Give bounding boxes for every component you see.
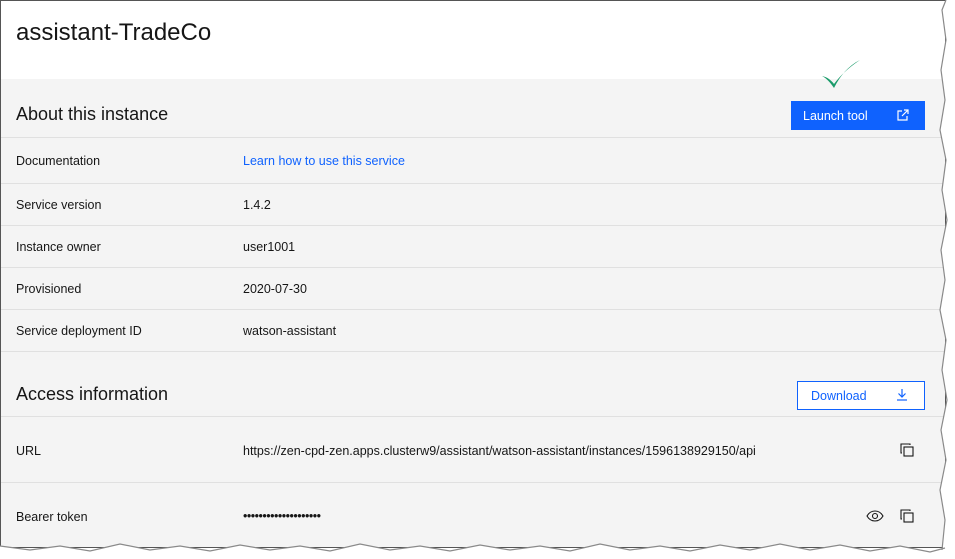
checkmark-icon xyxy=(820,58,862,97)
documentation-link[interactable]: Learn how to use this service xyxy=(243,154,405,168)
access-heading: Access information xyxy=(16,384,169,404)
row-value: user1001 xyxy=(243,240,296,254)
row-label: Documentation xyxy=(16,154,101,168)
row-provisioned: Provisioned 2020-07-30 xyxy=(1,267,945,310)
row-value: 1.4.2 xyxy=(243,198,271,212)
url-value: https://zen-cpd-zen.apps.clusterw9/assis… xyxy=(243,444,756,458)
view-token-eye-icon[interactable] xyxy=(866,508,884,526)
row-documentation: Documentation Learn how to use this serv… xyxy=(1,137,945,184)
row-label: Bearer token xyxy=(16,510,88,524)
page-title: assistant-TradeCo xyxy=(16,19,212,46)
row-label: Service deployment ID xyxy=(16,324,142,338)
section-divider xyxy=(1,351,945,353)
row-service-version: Service version 1.4.2 xyxy=(1,183,945,226)
row-label: Provisioned xyxy=(16,282,82,296)
row-bearer-token: Bearer token •••••••••••••••••••• xyxy=(1,482,945,547)
row-value: watson-assistant xyxy=(243,324,337,338)
row-instance-owner: Instance owner user1001 xyxy=(1,225,945,268)
row-label: Instance owner xyxy=(16,240,101,254)
instance-details-window: assistant-TradeCo About this instance La… xyxy=(0,0,946,548)
row-value: 2020-07-30 xyxy=(243,282,307,296)
launch-tool-button[interactable]: Launch tool xyxy=(791,101,925,130)
row-label: Service version xyxy=(16,198,102,212)
launch-tool-label: Launch tool xyxy=(803,109,868,123)
copy-url-icon[interactable] xyxy=(899,442,917,460)
row-url: URL https://zen-cpd-zen.apps.clusterw9/a… xyxy=(1,416,945,483)
launch-icon xyxy=(896,108,910,125)
row-label: URL xyxy=(16,444,42,458)
about-heading: About this instance xyxy=(16,104,169,124)
token-value: •••••••••••••••••••• xyxy=(243,509,321,523)
download-label: Download xyxy=(811,389,867,403)
download-button[interactable]: Download xyxy=(797,381,925,410)
download-icon xyxy=(895,388,909,405)
copy-token-icon[interactable] xyxy=(899,508,917,526)
row-deployment-id: Service deployment ID watson-assistant xyxy=(1,309,945,352)
